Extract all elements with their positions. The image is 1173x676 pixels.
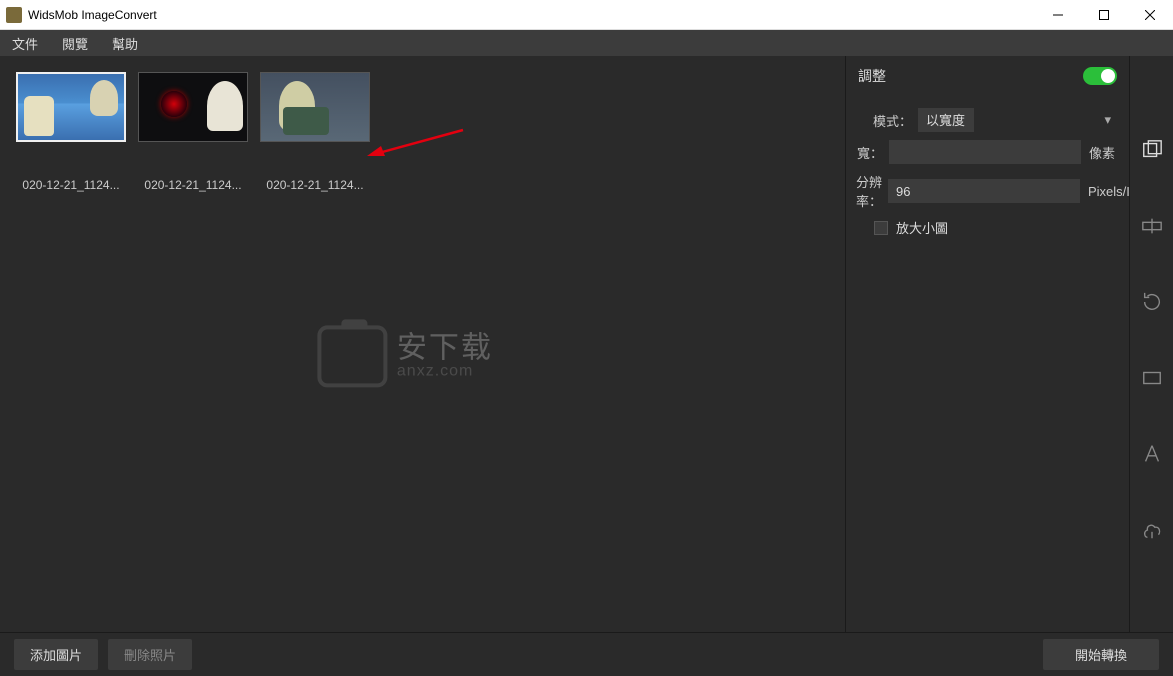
start-convert-button[interactable]: 開始轉換 <box>1043 639 1159 670</box>
menu-help[interactable]: 幫助 <box>112 34 138 53</box>
tool-strip <box>1129 56 1173 632</box>
mode-select[interactable]: 以寬度 <box>918 108 974 132</box>
app-icon <box>6 7 22 23</box>
rename-tool-icon[interactable] <box>1138 212 1166 240</box>
delete-image-button[interactable]: 刪除照片 <box>108 639 192 670</box>
mode-label: 模式： <box>856 111 918 130</box>
thumbnail-label: 020-12-21_1124... <box>138 178 248 192</box>
adjust-toggle[interactable] <box>1083 67 1117 85</box>
thumbnail-label: 020-12-21_1124... <box>16 178 126 192</box>
maximize-button[interactable] <box>1081 0 1127 29</box>
rotate-tool-icon[interactable] <box>1138 288 1166 316</box>
footer: 添加圖片 刪除照片 開始轉換 <box>0 632 1173 676</box>
width-input[interactable] <box>889 140 1081 164</box>
thumbnail-item[interactable]: 020-12-21_1124... <box>16 72 126 192</box>
width-label: 寬： <box>856 143 889 162</box>
enlarge-label: 放大小圖 <box>896 218 948 237</box>
titlebar: WidsMob ImageConvert <box>0 0 1173 30</box>
add-image-button[interactable]: 添加圖片 <box>14 639 98 670</box>
watermark-text-big: 安下载 <box>397 333 493 363</box>
thumbnail-item[interactable]: 020-12-21_1124... <box>138 72 248 192</box>
thumbnail-label: 020-12-21_1124... <box>260 178 370 192</box>
app-title: WidsMob ImageConvert <box>28 8 157 22</box>
adjust-panel: 調整 模式： 以寬度 寬： 像素 分辨率： Pixels/Inch <box>845 56 1129 632</box>
watermark-bag-icon <box>317 325 387 387</box>
menu-view[interactable]: 閱覽 <box>62 34 88 53</box>
border-tool-icon[interactable] <box>1138 364 1166 392</box>
window-controls <box>1035 0 1173 29</box>
menubar: 文件 閱覽 幫助 <box>0 30 1173 56</box>
enlarge-checkbox[interactable] <box>874 221 888 235</box>
text-watermark-tool-icon[interactable] <box>1138 440 1166 468</box>
thumbnail-item[interactable]: 020-12-21_1124... <box>260 72 370 192</box>
resolution-input[interactable] <box>888 179 1080 203</box>
minimize-button[interactable] <box>1035 0 1081 29</box>
thumbnail-image[interactable] <box>260 72 370 142</box>
image-watermark-tool-icon[interactable] <box>1138 516 1166 544</box>
resize-tool-icon[interactable] <box>1138 136 1166 164</box>
panel-title: 調整 <box>858 66 886 86</box>
thumbnail-image[interactable] <box>138 72 248 142</box>
thumbnail-image[interactable] <box>16 72 126 142</box>
close-button[interactable] <box>1127 0 1173 29</box>
thumbnail-area: 020-12-21_1124... 020-12-21_1124... 020-… <box>0 56 845 632</box>
watermark-text-small: anxz.com <box>397 363 493 379</box>
watermark: 安下载 anxz.com <box>317 325 493 387</box>
width-unit: 像素 <box>1081 143 1119 162</box>
resolution-label: 分辨率： <box>856 172 888 210</box>
menu-file[interactable]: 文件 <box>12 34 38 53</box>
